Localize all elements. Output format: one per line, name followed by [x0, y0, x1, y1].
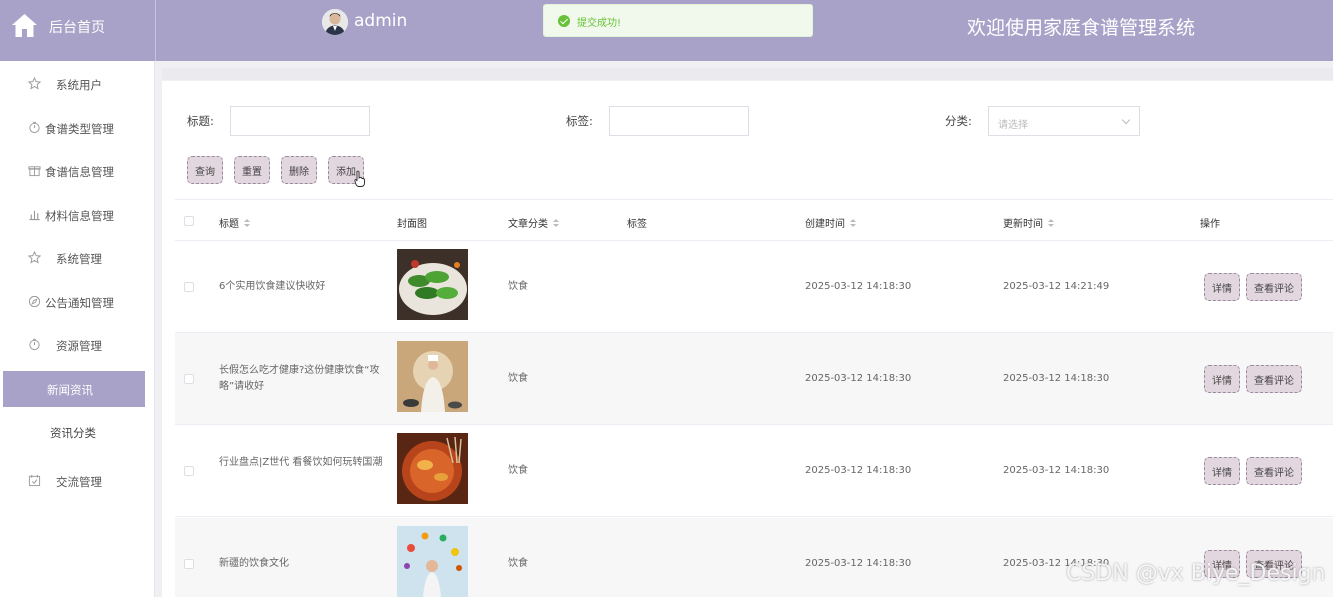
sort-icon	[1048, 219, 1054, 228]
title-input[interactable]	[230, 106, 370, 136]
content-top-strip	[162, 68, 1333, 80]
sort-icon	[850, 219, 856, 228]
sidebar-item-label: 新闻资讯	[47, 383, 93, 397]
column-header-category[interactable]: 文章分类	[508, 215, 559, 230]
sidebar-item-material-info[interactable]: 材料信息管理	[0, 197, 155, 233]
delete-button[interactable]: 删除	[281, 156, 317, 184]
row-category: 饮食	[508, 558, 528, 569]
sort-icon	[553, 219, 559, 228]
row-updated: 2025-03-12 14:18:30	[1003, 373, 1110, 384]
avatar[interactable]	[322, 9, 348, 35]
row-title: 行业盘点|Z世代 看餐饮如何玩转国潮	[219, 457, 383, 468]
row-created: 2025-03-12 14:18:30	[805, 558, 912, 569]
cover-image	[397, 341, 468, 412]
home-label: 后台首页	[49, 20, 105, 36]
row-created: 2025-03-12 14:18:30	[805, 465, 912, 476]
category-select[interactable]: 请选择	[988, 106, 1140, 136]
sidebar-item-resources[interactable]: 资源管理	[0, 327, 155, 363]
sidebar-item-notices[interactable]: 公告通知管理	[0, 284, 155, 320]
column-header-actions: 操作	[1200, 219, 1220, 230]
column-header-cover: 封面图	[397, 219, 427, 230]
success-toast: 提交成功!	[543, 4, 813, 37]
tag-input[interactable]	[609, 106, 749, 136]
compass-icon	[28, 295, 41, 308]
row-title: 新疆的饮食文化	[219, 558, 289, 569]
sidebar: 系统用户 食谱类型管理 食谱信息管理 材料信息管理 系统管理 公告通知管理 资源…	[0, 61, 155, 597]
row-updated: 2025-03-12 14:18:30	[1003, 465, 1110, 476]
bar-chart-icon	[29, 210, 40, 221]
row-created: 2025-03-12 14:18:30	[805, 281, 912, 292]
row-category: 饮食	[508, 373, 528, 384]
cover-image	[397, 526, 468, 597]
gift-icon	[28, 166, 41, 177]
calendar-check-icon	[28, 474, 41, 487]
column-header-tag: 标签	[627, 219, 647, 230]
row-checkbox[interactable]	[184, 466, 194, 476]
table-row: 6个实用饮食建议快收好 饮食 2025-03-12 14:18:30 2025-…	[175, 241, 1333, 333]
row-category: 饮食	[508, 281, 528, 292]
view-comments-button[interactable]: 查看评论	[1246, 273, 1302, 301]
row-category: 饮食	[508, 465, 528, 476]
star-icon	[28, 77, 41, 90]
category-placeholder: 请选择	[998, 120, 1028, 131]
sort-icon	[244, 219, 250, 228]
watermark: CSDN @vx Biye_Design	[1066, 561, 1326, 586]
sidebar-item-label: 系统管理	[56, 252, 102, 266]
select-all-checkbox[interactable]	[184, 216, 194, 226]
column-header-created[interactable]: 创建时间	[805, 215, 856, 230]
sidebar-item-news-category[interactable]: 资讯分类	[0, 414, 155, 450]
row-updated: 2025-03-12 14:21:49	[1003, 281, 1110, 292]
column-header-updated[interactable]: 更新时间	[1003, 215, 1054, 230]
reset-button[interactable]: 重置	[234, 156, 270, 184]
category-filter-label: 分类:	[945, 114, 972, 128]
table-row: 行业盘点|Z世代 看餐饮如何玩转国潮 饮食 2025-03-12 14:18:3…	[175, 425, 1333, 517]
avatar-image	[322, 9, 348, 35]
sidebar-item-label: 资讯分类	[50, 426, 96, 440]
view-comments-button[interactable]: 查看评论	[1246, 457, 1302, 485]
sidebar-item-recipe-info[interactable]: 食谱信息管理	[0, 153, 155, 189]
timer-icon	[29, 338, 40, 351]
timer-icon	[29, 121, 40, 134]
sidebar-item-system-users[interactable]: 系统用户	[0, 66, 155, 102]
detail-button[interactable]: 详情	[1204, 273, 1240, 301]
sidebar-item-communication[interactable]: 交流管理	[0, 463, 155, 499]
star-icon	[28, 251, 41, 264]
column-header-title[interactable]: 标题	[219, 215, 250, 230]
row-title: 6个实用饮食建议快收好	[219, 281, 326, 292]
row-checkbox[interactable]	[184, 282, 194, 292]
sidebar-item-label: 公告通知管理	[45, 296, 114, 310]
hand-cursor-icon	[354, 170, 365, 187]
query-button[interactable]: 查询	[187, 156, 223, 184]
detail-button[interactable]: 详情	[1204, 365, 1240, 393]
sidebar-item-label: 系统用户	[56, 78, 102, 92]
table-row: 长假怎么吃才健康?这份健康饮食“攻略”请收好 饮食 2025-03-12 14:…	[175, 333, 1333, 425]
row-checkbox[interactable]	[184, 559, 194, 569]
view-comments-button[interactable]: 查看评论	[1246, 365, 1302, 393]
site-title: 欢迎使用家庭食谱管理系统	[967, 17, 1196, 39]
sidebar-item-label: 交流管理	[56, 475, 102, 489]
title-filter-label: 标题:	[187, 114, 214, 128]
row-title: 长假怎么吃才健康?这份健康饮食“攻略”请收好	[219, 365, 380, 392]
sidebar-item-label: 食谱类型管理	[45, 122, 114, 136]
cover-image	[397, 433, 468, 504]
home-icon	[12, 14, 37, 37]
detail-button[interactable]: 详情	[1204, 457, 1240, 485]
tag-filter-label: 标签:	[566, 114, 593, 128]
top-header: 后台首页 admin 提交成功! 欢迎使用家庭食谱管理系统	[0, 0, 1333, 61]
chevron-down-icon	[1121, 115, 1131, 125]
home-link[interactable]: 后台首页	[0, 0, 156, 61]
sidebar-item-label: 资源管理	[56, 339, 102, 353]
row-created: 2025-03-12 14:18:30	[805, 373, 912, 384]
success-check-icon	[558, 15, 570, 27]
cover-image	[397, 249, 468, 320]
sidebar-item-label: 食谱信息管理	[45, 165, 114, 179]
sidebar-item-label: 材料信息管理	[45, 209, 114, 223]
row-checkbox[interactable]	[184, 374, 194, 384]
table-header: 标题 封面图 文章分类 标签 创建时间 更新时间 操作	[175, 199, 1333, 241]
username[interactable]: admin	[354, 11, 407, 31]
sidebar-item-news[interactable]: 新闻资讯	[3, 371, 145, 407]
sidebar-item-system-management[interactable]: 系统管理	[0, 240, 155, 276]
toast-message: 提交成功!	[577, 18, 622, 29]
sidebar-item-recipe-types[interactable]: 食谱类型管理	[0, 110, 155, 146]
